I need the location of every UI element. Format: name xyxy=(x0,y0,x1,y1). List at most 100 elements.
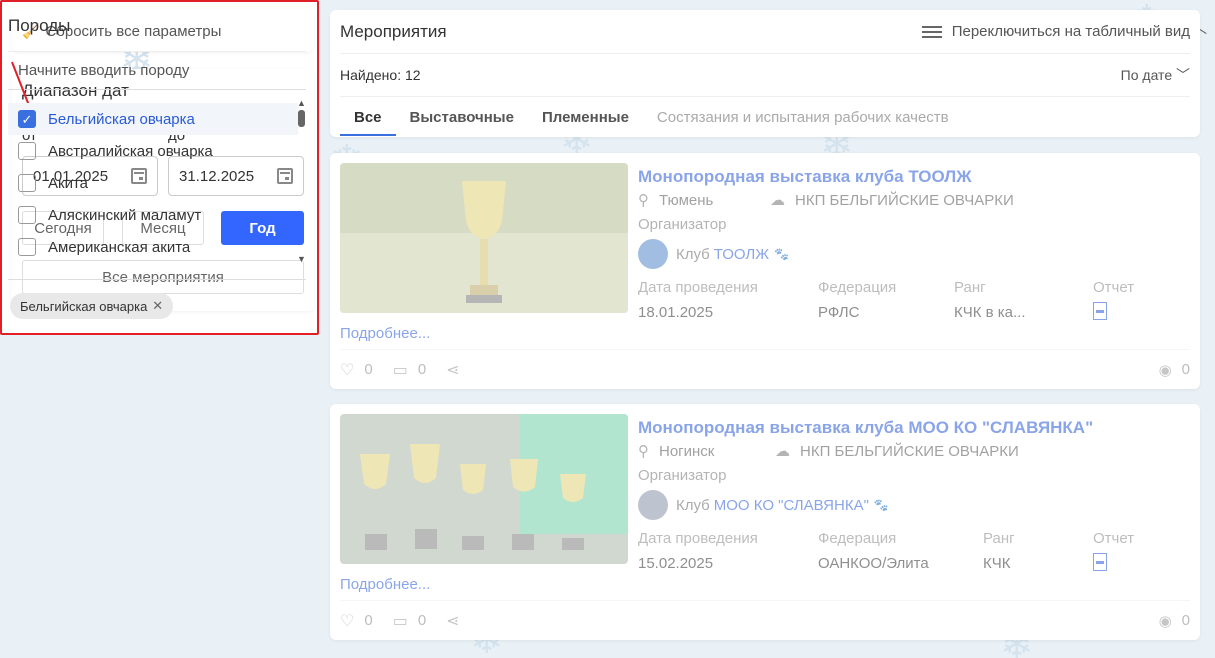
checkbox[interactable] xyxy=(18,206,36,224)
organizer-label: Организатор xyxy=(638,216,727,233)
event-card: Монопородная выставка клуба ТООЛЖ ⚲ Тюме… xyxy=(330,153,1200,389)
more-link[interactable]: Подробнее... xyxy=(340,576,430,593)
breed-item[interactable]: Акита xyxy=(8,167,298,199)
breed-label: Австралийская овчарка xyxy=(48,142,213,160)
pdf-icon[interactable] xyxy=(1093,553,1107,571)
breeds-title: Породы xyxy=(8,15,71,35)
comment-count: 0 xyxy=(417,612,427,629)
event-org: НКП БЕЛЬГИЙСКИЕ ОВЧАРКИ xyxy=(800,442,1019,460)
breeds-header[interactable]: Породы xyxy=(8,0,306,52)
breed-label: Американская акита xyxy=(48,238,191,256)
location-pin-icon: ⚲ xyxy=(638,443,649,460)
share-button[interactable]: ⋖ xyxy=(446,611,469,631)
event-rank: КЧК xyxy=(983,555,1011,572)
date-label: Дата проведения xyxy=(638,530,758,547)
comment-icon: ▭ xyxy=(392,612,408,630)
event-photo[interactable] xyxy=(340,163,628,313)
share-icon: ⋖ xyxy=(446,361,460,379)
checkbox[interactable] xyxy=(18,238,36,256)
cloud-icon: ☁ xyxy=(775,443,790,460)
events-title: Мероприятия xyxy=(340,21,447,41)
breed-label: Акита xyxy=(48,174,88,192)
event-title[interactable]: Монопородная выставка клуба ТООЛЖ xyxy=(638,167,972,187)
location-pin-icon: ⚲ xyxy=(638,192,649,209)
checkbox[interactable] xyxy=(18,142,36,160)
event-photo[interactable] xyxy=(340,414,628,564)
close-icon[interactable]: ✕ xyxy=(152,298,163,314)
club-name[interactable]: МОО КО "СЛАВЯНКА" xyxy=(714,497,869,514)
like-button[interactable]: ♡ 0 xyxy=(340,611,373,631)
breed-list: ✓ Бельгийская овчарка Австралийская овча… xyxy=(8,103,298,263)
comment-icon: ▭ xyxy=(392,361,408,379)
like-count: 0 xyxy=(364,612,373,629)
event-city: Тюмень xyxy=(659,191,714,209)
tab-breeding[interactable]: Племенные xyxy=(528,98,643,136)
event-date: 18.01.2025 xyxy=(638,304,714,321)
heart-icon: ♡ xyxy=(340,612,355,630)
eye-icon: ◉ xyxy=(1158,612,1172,630)
events-header-panel: Мероприятия Переключиться на табличный в… xyxy=(330,10,1200,137)
table-view-toggle[interactable]: Переключиться на табличный вид xyxy=(921,23,1190,41)
breed-item[interactable]: Аляскинский маламут xyxy=(8,199,298,231)
checkbox-checked[interactable]: ✓ xyxy=(18,110,36,128)
list-icon xyxy=(921,23,942,41)
sort-label: По дате xyxy=(1120,67,1173,83)
event-federation: РФЛС xyxy=(818,304,860,321)
divider xyxy=(8,279,306,280)
event-title[interactable]: Монопородная выставка клуба МОО КО "СЛАВ… xyxy=(638,418,1093,438)
breed-list-scrollbar[interactable]: ▲ ▼ xyxy=(296,98,308,264)
selected-breed-chip: Бельгийская овчарка ✕ xyxy=(10,293,174,319)
event-tabs: Все Выставочные Племенные Состязания и и… xyxy=(340,98,963,136)
breed-item[interactable]: Австралийская овчарка xyxy=(8,135,298,167)
view-count: 0 xyxy=(1181,361,1190,378)
checkbox[interactable] xyxy=(18,174,36,192)
scroll-thumb[interactable] xyxy=(298,110,305,127)
rank-label: Ранг xyxy=(954,279,986,296)
tab-exhibition[interactable]: Выставочные xyxy=(396,98,528,136)
sort-dropdown[interactable]: По дате ﹀ xyxy=(1121,65,1190,85)
club-name[interactable]: ТООЛЖ xyxy=(714,246,769,263)
date-label: Дата проведения xyxy=(638,279,758,296)
event-card: Монопородная выставка клуба МОО КО "СЛАВ… xyxy=(330,404,1200,640)
views: ◉ 0 xyxy=(1159,612,1190,630)
organizer-label: Организатор xyxy=(638,467,727,484)
event-city: Ногинск xyxy=(659,442,715,460)
breed-label: Аляскинский маламут xyxy=(48,206,202,224)
tab-working-trials[interactable]: Состязания и испытания рабочих качеств xyxy=(643,98,963,136)
more-link[interactable]: Подробнее... xyxy=(340,325,430,342)
club-avatar xyxy=(638,239,668,269)
share-button[interactable]: ⋖ xyxy=(446,360,469,380)
federation-label: Федерация xyxy=(818,279,897,296)
scroll-down-icon[interactable]: ▼ xyxy=(297,254,306,264)
found-count: Найдено: 12 xyxy=(340,67,421,83)
scroll-up-icon[interactable]: ▲ xyxy=(297,98,306,108)
toggle-label: Переключиться на табличный вид xyxy=(951,23,1190,40)
rank-label: Ранг xyxy=(983,530,1015,547)
comment-count: 0 xyxy=(417,361,427,378)
tab-all[interactable]: Все xyxy=(340,98,396,136)
comment-button[interactable]: ▭ 0 xyxy=(393,611,426,631)
breed-item[interactable]: ✓ Бельгийская овчарка xyxy=(8,103,298,135)
breed-search-input[interactable]: Начните вводить породу xyxy=(8,52,306,90)
pdf-icon[interactable] xyxy=(1093,302,1107,320)
federation-label: Федерация xyxy=(818,530,897,547)
event-org: НКП БЕЛЬГИЙСКИЕ ОВЧАРКИ xyxy=(795,191,1014,209)
heart-icon: ♡ xyxy=(340,361,355,379)
report-label: Отчет xyxy=(1093,530,1135,547)
chip-label: Бельгийская овчарка xyxy=(20,298,148,314)
view-count: 0 xyxy=(1181,612,1190,629)
chevron-down-icon: ﹀ xyxy=(1176,67,1190,83)
club-prefix: Клуб xyxy=(676,245,710,263)
paw-icon: 🐾 xyxy=(873,498,889,512)
like-count: 0 xyxy=(364,361,373,378)
views: ◉ 0 xyxy=(1159,361,1190,379)
breed-label: Бельгийская овчарка xyxy=(48,110,195,128)
event-date: 15.02.2025 xyxy=(638,555,714,572)
comment-button[interactable]: ▭ 0 xyxy=(393,360,426,380)
all-events-button[interactable]: Все мероприятия xyxy=(22,260,304,294)
report-label: Отчет xyxy=(1093,279,1135,296)
like-button[interactable]: ♡ 0 xyxy=(340,360,373,380)
eye-icon: ◉ xyxy=(1158,361,1172,379)
club-avatar xyxy=(638,490,668,520)
breed-item[interactable]: Американская акита xyxy=(8,231,298,263)
